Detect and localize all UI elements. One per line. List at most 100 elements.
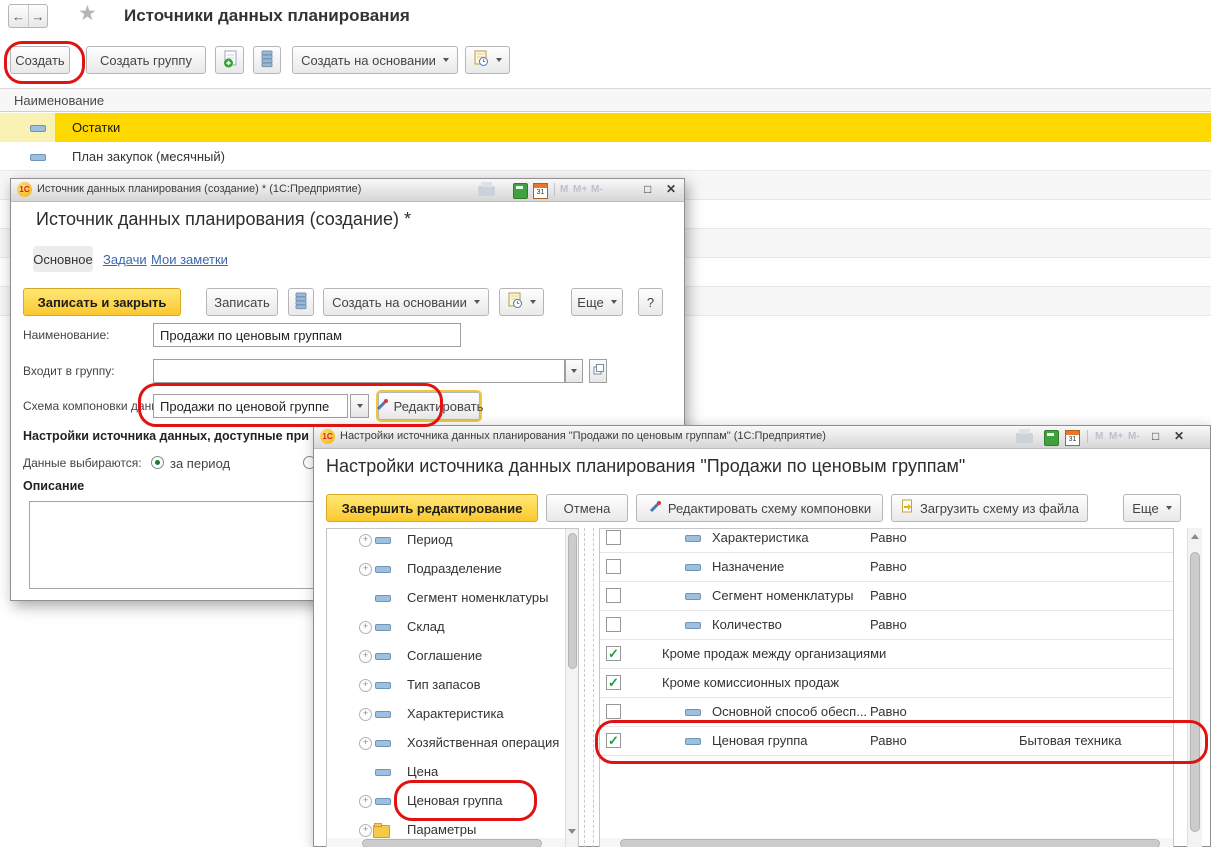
tree-item-agreement[interactable]: +Соглашение [327, 641, 578, 670]
conditions-vertical-scrollbar[interactable] [1187, 528, 1202, 847]
cancel-button[interactable]: Отмена [546, 494, 628, 522]
condition-row[interactable]: Назначение Равно [600, 552, 1173, 582]
tab-tasks[interactable]: Задачи [103, 252, 147, 267]
condition-row-price-group[interactable]: ✓ Ценовая группа Равно Бытовая техника [600, 726, 1173, 756]
list-row-selected[interactable]: Остатки [0, 113, 1211, 142]
tree-item-characteristic[interactable]: +Характеристика [327, 699, 578, 728]
checkbox-unchecked[interactable] [606, 559, 621, 574]
scroll-down-icon[interactable] [568, 829, 576, 834]
create-based-on-button[interactable]: Создать на основании [292, 46, 458, 74]
scroll-up-icon[interactable] [1191, 534, 1199, 539]
condition-row[interactable]: Характеристика Равно [600, 528, 1173, 553]
edit-schema-button[interactable]: Редактировать [378, 392, 480, 420]
forward-button[interactable]: → [29, 5, 47, 27]
memory-minus-button[interactable]: M- [1128, 431, 1140, 442]
scrollbar-thumb[interactable] [362, 839, 542, 847]
tree-horizontal-scrollbar[interactable] [327, 838, 565, 847]
maximize-button[interactable]: □ [1152, 429, 1159, 443]
more-button[interactable]: Еще [571, 288, 623, 316]
tab-my-notes[interactable]: Мои заметки [151, 252, 228, 267]
scrollbar-thumb[interactable] [1190, 552, 1200, 832]
expand-icon[interactable]: + [359, 679, 372, 692]
checkbox-unchecked[interactable] [606, 617, 621, 632]
conditions-horizontal-scrollbar[interactable] [600, 838, 1173, 847]
maximize-button[interactable]: □ [644, 182, 651, 196]
tab-main[interactable]: Основное [33, 246, 93, 272]
memory-plus-button[interactable]: M+ [1109, 431, 1123, 442]
condition-row[interactable]: Основной способ обесп... Равно [600, 697, 1173, 727]
expand-icon[interactable]: + [359, 795, 372, 808]
help-button[interactable]: ? [638, 288, 663, 316]
calculator-icon[interactable] [513, 183, 528, 199]
more-button[interactable]: Еще [1123, 494, 1181, 522]
checkbox-checked[interactable]: ✓ [606, 675, 621, 690]
dialog1-titlebar[interactable]: 1С Источник данных планирования (создани… [11, 179, 684, 202]
expand-icon[interactable]: + [359, 621, 372, 634]
save-button[interactable]: Записать [206, 288, 278, 316]
condition-row[interactable]: ✓ Кроме продаж между организациями [600, 639, 1173, 669]
group-open-button[interactable] [589, 359, 607, 383]
copy-item-button[interactable] [215, 46, 244, 74]
group-input[interactable] [153, 359, 565, 383]
expand-icon[interactable]: + [359, 534, 372, 547]
group-dropdown-button[interactable] [565, 359, 583, 383]
list-header-row[interactable]: Наименование [0, 88, 1211, 112]
create-group-button[interactable]: Создать группу [86, 46, 206, 74]
checkbox-checked[interactable]: ✓ [606, 646, 621, 661]
expand-icon[interactable]: + [359, 650, 372, 663]
expand-icon[interactable]: + [359, 708, 372, 721]
tree-item-business-operation[interactable]: +Хозяйственная операция [327, 728, 578, 757]
checkbox-unchecked[interactable] [606, 704, 621, 719]
memory-minus-button[interactable]: M- [591, 184, 603, 195]
checkbox-checked[interactable]: ✓ [606, 733, 621, 748]
scrollbar-thumb[interactable] [620, 839, 1160, 847]
create-button[interactable]: Создать [10, 46, 70, 74]
close-button[interactable]: ✕ [666, 182, 676, 196]
load-schema-from-file-button[interactable]: Загрузить схему из файла [891, 494, 1088, 522]
schema-dropdown-button[interactable] [350, 394, 369, 418]
tree-item-stock-type[interactable]: +Тип запасов [327, 670, 578, 699]
report-versions-button[interactable] [499, 288, 544, 316]
calculator-icon[interactable] [1044, 430, 1059, 446]
tree-item-price[interactable]: Цена [327, 757, 578, 786]
tree-item-period[interactable]: +Период [327, 528, 578, 554]
panel-splitter[interactable] [593, 528, 594, 847]
tree-item-segment[interactable]: Сегмент номенклатуры [327, 583, 578, 612]
memory-recall-button[interactable]: M [1095, 431, 1103, 442]
memory-plus-button[interactable]: M+ [573, 184, 587, 195]
print-icon[interactable] [1016, 433, 1033, 443]
schema-input[interactable]: Продажи по ценовой группе [153, 394, 348, 418]
set-list-button[interactable] [253, 46, 281, 74]
tree-vertical-scrollbar[interactable] [565, 529, 579, 847]
finish-editing-button[interactable]: Завершить редактирование [326, 494, 538, 522]
expand-icon[interactable]: + [359, 737, 372, 750]
set-list-button[interactable] [288, 288, 314, 316]
panel-splitter[interactable] [584, 528, 585, 847]
condition-row[interactable]: ✓ Кроме комиссионных продаж [600, 668, 1173, 698]
save-and-close-button[interactable]: Записать и закрыть [23, 288, 181, 316]
close-button[interactable]: ✕ [1174, 429, 1184, 443]
condition-row[interactable]: Количество Равно [600, 610, 1173, 640]
edit-composition-schema-button[interactable]: Редактировать схему компоновки [636, 494, 883, 522]
tree-item-warehouse[interactable]: +Склад [327, 612, 578, 641]
name-input[interactable]: Продажи по ценовым группам [153, 323, 461, 347]
expand-icon[interactable]: + [359, 563, 372, 576]
tree-item-division[interactable]: +Подразделение [327, 554, 578, 583]
condition-row[interactable]: Сегмент номенклатуры Равно [600, 581, 1173, 611]
checkbox-unchecked[interactable] [606, 588, 621, 603]
report-versions-button[interactable] [465, 46, 510, 74]
calendar-icon[interactable]: 31 [533, 183, 548, 199]
calendar-icon[interactable]: 31 [1065, 430, 1080, 446]
tree-item-price-group[interactable]: +Ценовая группа [327, 786, 578, 815]
expand-icon[interactable]: + [359, 824, 372, 837]
dialog2-titlebar[interactable]: 1С Настройки источника данных планирован… [314, 426, 1210, 449]
favorite-star-button[interactable]: ★ [78, 1, 97, 26]
print-icon[interactable] [478, 186, 495, 196]
memory-recall-button[interactable]: M [560, 184, 568, 195]
scrollbar-thumb[interactable] [568, 533, 577, 669]
create-based-on-button[interactable]: Создать на основании [323, 288, 489, 316]
back-button[interactable]: ← [9, 5, 29, 27]
radio-for-period[interactable] [151, 456, 164, 469]
list-row[interactable]: План закупок (месячный) [0, 142, 1211, 171]
checkbox-unchecked[interactable] [606, 530, 621, 545]
